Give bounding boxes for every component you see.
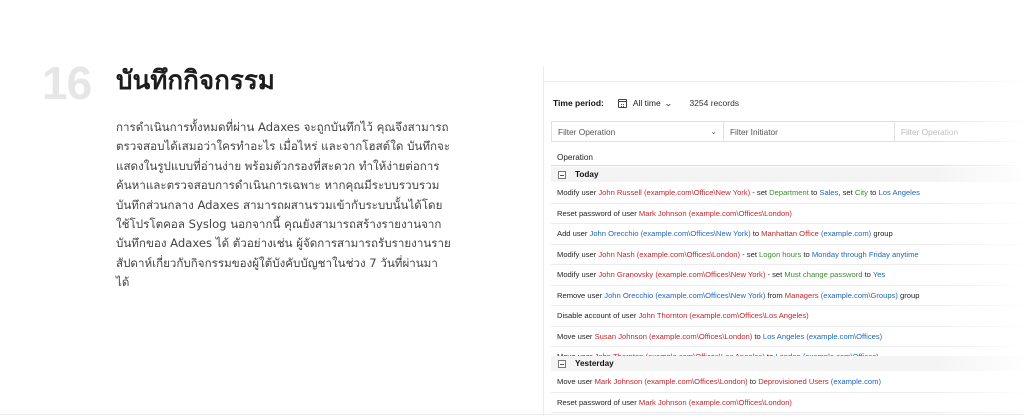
description-line: บันทึกของ Adaxes ได้ ตัวอย่างเช่น ผู้จัด…	[116, 236, 451, 251]
log-row-segment: Manhattan Office	[761, 229, 819, 238]
log-row-segment: City	[854, 188, 868, 197]
time-period-label: Time period:	[553, 98, 604, 108]
description-line: ค้นหาและตรวจสอบการดำเนินการเฉพาะ หากคุณม…	[116, 178, 440, 193]
log-row-segment: group	[871, 229, 893, 238]
log-row-segment: to	[747, 377, 759, 386]
description-line: ตรวจสอบได้เสมอว่าใครทำอะไร เมื่อไหร่ และ…	[116, 139, 451, 154]
description-line: สัปดาห์เกี่ยวกับกิจกรรมของผู้ใต้บังคับบั…	[116, 255, 438, 270]
log-row[interactable]: Move user Mark Johnson (example.com\Offi…	[551, 372, 1024, 393]
log-row-segment: Modify user	[557, 270, 599, 279]
chevron-down-icon: ⌄	[710, 127, 717, 136]
group-header-today[interactable]: Today	[551, 167, 1024, 182]
log-rows-yesterday: Move user Mark Johnson (example.com\Offi…	[551, 372, 1024, 413]
log-row-segment: Mark Johnson (example.com\Offices\London…	[594, 377, 748, 386]
log-row-segment: Add user	[557, 229, 590, 238]
log-row[interactable]: Remove user John Orecchio (example.com\O…	[551, 286, 1024, 306]
description-line: การดำเนินการทั้งหมดที่ผ่าน Adaxes จะถูกบ…	[116, 120, 449, 134]
calendar-icon	[617, 98, 627, 108]
log-row-segment: John Thornton (example.com\Offices\Los A…	[638, 311, 809, 320]
log-row-segment: Remove user	[557, 290, 605, 300]
log-row-segment: to	[808, 188, 820, 197]
log-row[interactable]: Add user John Orecchio (example.com\Offi…	[551, 224, 1024, 245]
time-period-select[interactable]: All time	[633, 98, 661, 108]
log-row-segment: from	[765, 290, 785, 300]
section-description: การดำเนินการทั้งหมดที่ผ่าน Adaxes จะถูกบ…	[116, 118, 496, 293]
log-row-segment: Move user	[557, 377, 595, 386]
log-row-segment: Department	[769, 188, 809, 197]
description-line: แสดงในรูปแบบที่อ่านง่าย พร้อมตัวกรองที่ส…	[116, 158, 440, 173]
log-row-segment: Sales	[819, 188, 839, 197]
log-row-segment: Deprovisioned Users	[758, 377, 829, 386]
log-row-segment: to	[752, 331, 763, 341]
filter-operation-dropdown[interactable]: Filter Operation ⌄	[551, 121, 724, 142]
column-header-operation[interactable]: Operation	[551, 149, 1024, 166]
group-header-yesterday[interactable]: Yesterday	[551, 356, 1024, 371]
divider	[543, 81, 1024, 82]
section-title: บันทึกกิจกรรม	[116, 66, 275, 96]
log-row-segment: John Granovsky (example.com\Offices\New …	[598, 270, 766, 279]
log-row-segment: (example.com)	[818, 229, 872, 238]
chevron-down-icon[interactable]: ⌄	[664, 99, 673, 108]
log-row-segment: John Russell (example.com\Office\New Yor…	[598, 188, 751, 197]
filter-operation-label: Filter Operation	[900, 126, 959, 137]
log-row-segment: to	[801, 249, 812, 259]
group-label: Today	[575, 170, 599, 179]
log-row-segment: Must change password	[784, 270, 863, 279]
log-row[interactable]: Move user Susan Johnson (example.com\Off…	[551, 327, 1024, 347]
log-row-segment: Reset password of user	[557, 397, 639, 407]
log-row-segment: Monday through Friday anytime	[811, 249, 919, 259]
collapse-icon[interactable]	[558, 170, 566, 179]
log-row[interactable]: Modify user John Nash (example.com\Offic…	[551, 245, 1024, 265]
log-row-segment: Mark Johnson (example.com\Offices\London…	[638, 208, 792, 218]
log-row[interactable]: Disable account of user John Thornton (e…	[551, 306, 1024, 327]
collapse-icon[interactable]	[558, 359, 566, 368]
filter-operation-label: Filter Operation	[558, 126, 616, 137]
description-line: ใช้โปรโตคอล Syslog นอกจากนี้ คุณยังสามาร…	[116, 217, 442, 232]
log-row-segment: Yes	[872, 270, 886, 279]
log-row-segment: (example.com)	[828, 377, 882, 386]
log-row-segment: to	[867, 188, 879, 197]
divider	[543, 66, 544, 416]
time-period-bar: Time period: All time ⌄ 3254 records	[553, 96, 739, 110]
log-row-segment: John Nash (example.com\Offices\London)	[598, 249, 741, 259]
divider	[0, 414, 1024, 415]
activity-log-screenshot: Time period: All time ⌄ 3254 records Fil…	[543, 66, 1024, 416]
log-row-segment: to	[750, 229, 762, 238]
filter-initiator-input[interactable]: Filter Initiator	[723, 121, 895, 142]
log-row-segment: Reset password of user	[557, 208, 639, 218]
activity-log-section: 16 บันทึกกิจกรรม การดำเนินการทั้งหมดที่ผ…	[0, 0, 1024, 419]
log-row[interactable]: Modify user John Granovsky (example.com\…	[551, 265, 1024, 286]
log-rows-today: Modify user John Russell (example.com\Of…	[551, 183, 1024, 368]
log-row-segment: Modify user	[557, 249, 599, 259]
log-row-segment: - set	[740, 249, 760, 259]
log-row[interactable]: Reset password of user Mark Johnson (exa…	[551, 393, 1024, 413]
log-row-segment: Susan Johnson (example.com\Offices\Londo…	[594, 331, 753, 341]
log-row[interactable]: Modify user John Russell (example.com\Of…	[551, 183, 1024, 204]
log-row-segment: group	[897, 290, 920, 300]
log-row-segment: John Orecchio (example.com\Offices\New Y…	[604, 290, 766, 300]
log-row-segment: Los Angeles	[878, 188, 920, 197]
log-row-segment: Los Angeles (example.com\Offices)	[762, 331, 883, 341]
log-row-segment: - set	[765, 270, 785, 279]
section-number: 16	[42, 57, 92, 109]
description-line: บันทึกส่วนกลาง Adaxes สามารถผสานรวมเข้าก…	[116, 197, 443, 212]
records-count: 3254 records	[689, 98, 740, 108]
log-row-segment: Modify user	[557, 188, 599, 197]
log-row-segment: Disable account of user	[557, 311, 639, 320]
log-row-segment: - set	[750, 188, 770, 197]
log-row-segment: , set	[838, 188, 855, 197]
description-line: ได้	[116, 275, 130, 290]
log-row-segment: Mark Johnson (example.com\Offices\London…	[638, 397, 792, 407]
log-row-segment: Logon hours	[759, 249, 802, 259]
filter-operation-input[interactable]: Filter Operation	[894, 121, 1024, 142]
group-label: Yesterday	[575, 359, 614, 368]
log-row-segment: to	[862, 270, 873, 279]
log-row-segment: Move user	[557, 331, 595, 341]
filter-initiator-label: Filter Initiator	[729, 126, 778, 137]
filter-bar: Filter Operation ⌄ Filter Initiator Filt…	[551, 121, 1024, 142]
log-row-segment: John Orecchio (example.com\Offices\New Y…	[589, 229, 751, 238]
log-row-segment: Managers	[784, 290, 819, 300]
log-row-segment: (example.com\Groups)	[818, 290, 898, 300]
log-row[interactable]: Reset password of user Mark Johnson (exa…	[551, 204, 1024, 224]
